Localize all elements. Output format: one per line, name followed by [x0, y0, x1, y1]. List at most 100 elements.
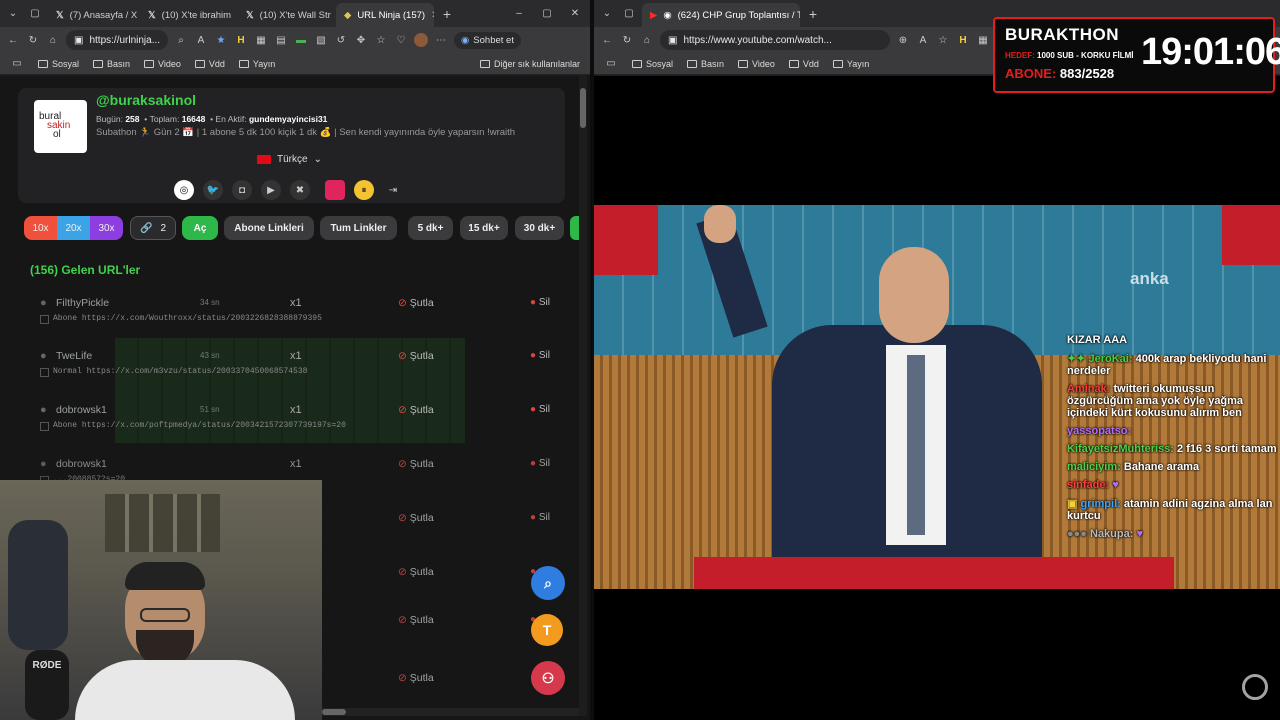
- language-select[interactable]: Türkçe ⌄: [257, 154, 322, 165]
- delete-button[interactable]: ● Sil: [530, 404, 550, 415]
- multiplier-20x-button[interactable]: 20x: [57, 216, 90, 240]
- bookmark-video[interactable]: Video: [144, 59, 181, 69]
- instagram-icon[interactable]: ◘: [232, 180, 252, 200]
- other-bookmarks[interactable]: Diğer sık kullanılanlar: [479, 59, 580, 69]
- back-icon[interactable]: ←: [6, 33, 20, 47]
- bookmark-vdd[interactable]: Vdd: [194, 59, 225, 69]
- home-icon[interactable]: ⌂: [640, 33, 654, 47]
- tab-actions-icon[interactable]: ⌄: [600, 7, 614, 21]
- new-tab-icon[interactable]: +: [440, 6, 454, 22]
- filter-5min-button[interactable]: 5 dk+: [408, 216, 453, 240]
- extension-photo-icon[interactable]: ▧: [314, 33, 328, 47]
- skip-button[interactable]: ⊘ Şutla: [398, 614, 434, 626]
- bookmarks-menu-icon[interactable]: ▭: [604, 57, 618, 71]
- tab-x-ibrahim[interactable]: 𝕏 (10) X'te ibrahim ✕: [140, 3, 238, 27]
- workspaces-icon[interactable]: ▢: [622, 7, 636, 21]
- minimize-icon[interactable]: –: [512, 7, 526, 21]
- user-remove-fab[interactable]: ⚇: [531, 661, 565, 695]
- open-button[interactable]: Aç: [182, 216, 218, 240]
- extension-grid-icon[interactable]: ▦: [976, 33, 990, 47]
- skip-button[interactable]: ⊘ Şutla: [398, 566, 434, 578]
- delete-button[interactable]: ● Sil: [530, 512, 550, 523]
- tab-actions-icon[interactable]: ⌄: [6, 7, 20, 21]
- read-aloud-icon[interactable]: A: [194, 33, 208, 47]
- multiplier-10x-button[interactable]: 10x: [24, 216, 57, 240]
- health-icon[interactable]: ♡: [394, 33, 408, 47]
- skip-button[interactable]: ⊘ Şutla: [398, 404, 434, 416]
- bookmark-basin[interactable]: Basın: [687, 59, 724, 69]
- web-icon[interactable]: ◎: [174, 180, 194, 200]
- avatar[interactable]: [414, 33, 428, 47]
- skip-button[interactable]: ⊘ Şutla: [398, 458, 434, 470]
- row-checkbox[interactable]: [40, 368, 49, 377]
- webcam-feed: RØDE: [0, 480, 322, 720]
- row-checkbox[interactable]: [40, 315, 49, 324]
- logout-icon[interactable]: ⇥: [383, 180, 403, 200]
- extension-sync-icon[interactable]: ↺: [334, 33, 348, 47]
- skip-button[interactable]: ⊘ Şutla: [398, 672, 434, 684]
- back-icon[interactable]: ←: [600, 33, 614, 47]
- tab-url-ninja[interactable]: ◆ URL Ninja (157) ✕: [336, 3, 434, 27]
- extension-puzzle-icon[interactable]: ✥: [354, 33, 368, 47]
- extension-icon[interactable]: ⊕: [896, 33, 910, 47]
- skip-button[interactable]: ⊘ Şutla: [398, 350, 434, 362]
- extension-grid-icon[interactable]: ▦: [254, 33, 268, 47]
- bookmark-yayin[interactable]: Yayın: [832, 59, 869, 69]
- pause-icon[interactable]: ⏸: [354, 180, 374, 200]
- bookmark-basin[interactable]: Basın: [93, 59, 130, 69]
- skip-button[interactable]: ⊘ Şutla: [398, 512, 434, 524]
- extension-h-icon[interactable]: H: [234, 33, 248, 47]
- search-page-icon[interactable]: ⌕: [174, 33, 188, 47]
- read-aloud-icon[interactable]: A: [916, 33, 930, 47]
- close-tab-icon[interactable]: ✕: [431, 10, 434, 21]
- bookmark-sosyal[interactable]: Sosyal: [632, 59, 673, 69]
- bookmark-video[interactable]: Video: [738, 59, 775, 69]
- filter-15min-button[interactable]: 15 dk+: [460, 216, 508, 240]
- bookmark-yayin[interactable]: Yayın: [238, 59, 275, 69]
- refresh-icon[interactable]: ↻: [620, 33, 634, 47]
- new-tab-icon[interactable]: +: [806, 6, 820, 22]
- refresh-icon[interactable]: ↻: [26, 33, 40, 47]
- close-window-icon[interactable]: ✕: [568, 7, 582, 21]
- kick-icon[interactable]: ✖: [290, 180, 310, 200]
- vertical-scrollbar[interactable]: [579, 76, 587, 716]
- search-fab[interactable]: ⌕: [531, 566, 565, 600]
- patreon-icon[interactable]: [325, 180, 345, 200]
- tab-youtube[interactable]: ▶ ◉ (624) CHP Grup Toplantısı / Tü ✕: [642, 3, 800, 27]
- address-bar[interactable]: ▣ https://www.youtube.com/watch...: [660, 30, 890, 50]
- delete-button[interactable]: ● Sil: [530, 458, 550, 469]
- tab-x-home[interactable]: 𝕏 (7) Anasayfa / X ✕: [48, 3, 140, 27]
- address-bar[interactable]: ▣ https://urlninja...: [66, 30, 168, 50]
- home-icon[interactable]: ⌂: [46, 33, 60, 47]
- favorites-icon[interactable]: ☆: [374, 33, 388, 47]
- row-checkbox[interactable]: [40, 422, 49, 431]
- multiplier-30x-button[interactable]: 30x: [90, 216, 123, 240]
- bookmark-vdd[interactable]: Vdd: [788, 59, 819, 69]
- row-url[interactable]: Abone https://x.com/poftpmedya/status/20…: [53, 421, 346, 430]
- delete-button[interactable]: ● Sil: [530, 350, 550, 361]
- horizontal-scrollbar[interactable]: [322, 708, 580, 716]
- maximize-icon[interactable]: ▢: [540, 7, 554, 21]
- bookmark-sosyal[interactable]: Sosyal: [38, 59, 79, 69]
- twitter-icon[interactable]: 🐦: [203, 180, 223, 200]
- copilot-button[interactable]: ◉ Sohbet et: [454, 31, 521, 49]
- extension-ad-icon[interactable]: ▬: [294, 33, 308, 47]
- row-url[interactable]: Abone https://x.com/Wouthroxx/status/200…: [53, 314, 322, 323]
- youtube-icon[interactable]: ▶: [261, 180, 281, 200]
- all-links-button[interactable]: Tum Linkler: [320, 216, 397, 240]
- tab-x-wallstreet[interactable]: 𝕏 (10) X'te Wall Str ✕: [238, 3, 336, 27]
- delete-button[interactable]: ● Sil: [530, 297, 550, 308]
- filter-30min-button[interactable]: 30 dk+: [515, 216, 564, 240]
- workspaces-icon[interactable]: ▢: [28, 7, 42, 21]
- subscriber-links-button[interactable]: Abone Linkleri: [224, 216, 314, 240]
- favorite-star-icon[interactable]: ☆: [936, 33, 950, 47]
- row-url[interactable]: Normal https://x.com/m3vzu/status/200337…: [53, 367, 307, 376]
- skip-button[interactable]: ⊘ Şutla: [398, 297, 434, 309]
- t-fab[interactable]: T: [531, 614, 563, 646]
- bookmarks-menu-icon[interactable]: ▭: [10, 57, 24, 71]
- more-options-icon[interactable]: ⋯: [434, 33, 448, 47]
- link-count-badge[interactable]: 🔗 2: [130, 216, 176, 240]
- favorite-star-icon[interactable]: ★: [214, 33, 228, 47]
- extension-image-icon[interactable]: ▤: [274, 33, 288, 47]
- extension-h-icon[interactable]: H: [956, 33, 970, 47]
